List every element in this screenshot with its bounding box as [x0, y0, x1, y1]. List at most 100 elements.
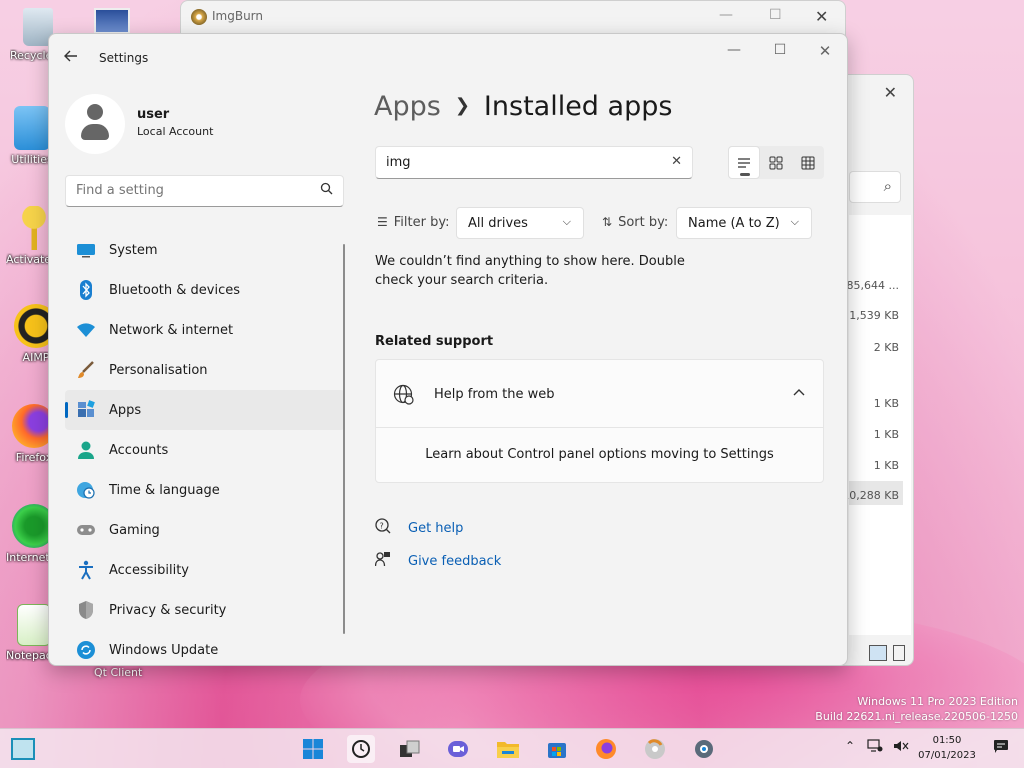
sidebar-item-gaming[interactable]: Gaming — [65, 510, 345, 550]
sidebar-item-personalisation[interactable]: Personalisation — [65, 350, 345, 390]
file-explorer-button[interactable] — [494, 735, 522, 763]
accounts-icon — [76, 440, 96, 460]
clock[interactable]: 01:50 07/01/2023 — [912, 733, 982, 763]
sidebar-nav: System Bluetooth & devices Network & int… — [65, 230, 345, 665]
app-search-input[interactable]: img ✕ — [375, 146, 693, 179]
start-button[interactable] — [299, 735, 327, 763]
maximize-icon[interactable]: ☐ — [765, 42, 795, 62]
close-icon[interactable]: ✕ — [884, 83, 897, 102]
teams-chat-button[interactable] — [444, 735, 472, 763]
tiles-view-icon — [769, 156, 783, 169]
task-view-button[interactable] — [396, 735, 424, 763]
sidebar-item-time-language[interactable]: Time & language — [65, 470, 345, 510]
volume-muted-icon[interactable] — [893, 739, 909, 756]
sidebar-item-accessibility[interactable]: Accessibility — [65, 550, 345, 590]
sidebar-item-windows-update[interactable]: Windows Update — [65, 630, 345, 665]
close-icon[interactable]: ✕ — [815, 7, 828, 26]
give-feedback-link[interactable]: Give feedback — [374, 551, 502, 571]
brush-icon — [76, 360, 96, 380]
sidebar-item-apps[interactable]: Apps — [65, 390, 345, 430]
settings-taskbar-button[interactable] — [690, 735, 718, 763]
folder-icon — [14, 106, 50, 150]
notifications-icon[interactable] — [993, 739, 1009, 756]
file-size: 1 KB — [873, 459, 899, 472]
widgets-icon[interactable] — [11, 738, 35, 760]
imgburn-icon — [645, 739, 665, 759]
help-chat-icon: ? — [375, 518, 395, 538]
avatar[interactable] — [65, 94, 125, 154]
profile-name: user — [137, 107, 170, 122]
tiles-view-button[interactable] — [760, 146, 792, 179]
globe-icon — [393, 384, 415, 406]
list-view-button[interactable] — [728, 146, 760, 179]
clock-date: 07/01/2023 — [918, 750, 976, 761]
network-status-icon[interactable] — [867, 739, 883, 756]
tiles-view-icon[interactable] — [893, 645, 905, 661]
imgburn-taskbar-button[interactable] — [641, 735, 669, 763]
give-feedback-label: Give feedback — [408, 553, 502, 569]
close-icon[interactable]: ✕ — [810, 42, 840, 62]
control-panel-link[interactable]: Learn about Control panel options moving… — [376, 447, 823, 462]
accessibility-icon — [76, 560, 96, 580]
filter-dropdown[interactable]: All drives ⌵ — [456, 207, 584, 239]
imgburn-logo-icon — [191, 9, 207, 25]
chevron-up-icon[interactable] — [793, 385, 805, 400]
sidebar-item-system[interactable]: System — [65, 230, 345, 270]
search-icon — [352, 740, 370, 758]
explorer-search-box[interactable]: ⌕ — [849, 171, 901, 203]
sidebar-item-label: Personalisation — [109, 362, 208, 378]
svg-text:?: ? — [380, 522, 384, 531]
chevron-right-icon: ❯ — [454, 95, 470, 116]
firefox-taskbar-button[interactable] — [592, 735, 620, 763]
chevron-up-icon[interactable]: ⌃ — [845, 739, 855, 753]
bluetooth-icon — [76, 280, 96, 300]
clear-icon[interactable]: ✕ — [671, 154, 682, 169]
sort-icon: ⇅ — [602, 215, 613, 229]
sidebar-scrollbar[interactable] — [343, 244, 345, 634]
help-from-web-card: Help from the web Learn about Control pa… — [375, 359, 824, 483]
sidebar-item-network[interactable]: Network & internet — [65, 310, 345, 350]
find-setting-box[interactable] — [65, 175, 344, 207]
store-button[interactable] — [543, 735, 571, 763]
sidebar-item-privacy[interactable]: Privacy & security — [65, 590, 345, 630]
help-from-web-header[interactable]: Help from the web — [376, 360, 823, 428]
related-support-heading: Related support — [375, 334, 494, 349]
back-arrow-icon[interactable] — [63, 48, 83, 68]
sidebar-item-accounts[interactable]: Accounts — [65, 430, 345, 470]
page-title: Installed apps — [483, 91, 673, 122]
details-view-icon[interactable] — [869, 645, 887, 661]
minimize-icon[interactable]: — — [719, 42, 749, 62]
filter-dropdown-value: All drives — [468, 216, 528, 231]
sort-dropdown-value: Name (A to Z) — [688, 216, 780, 231]
file-size: 1 KB — [873, 428, 899, 441]
shield-icon — [76, 600, 96, 620]
sidebar-item-label: Accounts — [109, 442, 169, 458]
globe-clock-icon — [76, 480, 96, 500]
title-bar[interactable]: Settings — ☐ ✕ — [49, 34, 847, 82]
get-help-link[interactable]: ? Get help — [375, 518, 463, 538]
empty-results-message: We couldn’t find anything to show here. … — [375, 254, 685, 288]
update-icon — [76, 640, 96, 660]
filter-label: ☰ Filter by: — [377, 215, 449, 230]
grid-view-button[interactable] — [792, 146, 824, 179]
filter-label-text: Filter by: — [393, 215, 450, 230]
sort-dropdown[interactable]: Name (A to Z) ⌵ — [676, 207, 812, 239]
desktop-shortcut-thumbnail[interactable] — [94, 8, 130, 34]
find-setting-input[interactable] — [76, 183, 296, 198]
search-taskbar-button[interactable] — [347, 735, 375, 763]
breadcrumb-parent[interactable]: Apps — [374, 91, 441, 122]
taskbar: ⌃ 01:50 07/01/2023 — [0, 728, 1024, 768]
search-icon — [320, 182, 333, 199]
file-size: 2 KB — [873, 341, 899, 354]
grid-view-icon — [801, 156, 815, 169]
sidebar-item-label: Apps — [109, 402, 142, 418]
minimize-icon[interactable]: — — [719, 7, 733, 23]
get-help-label: Get help — [408, 520, 464, 536]
maximize-icon[interactable]: ☐ — [769, 7, 782, 23]
profile-account-type: Local Account — [137, 125, 214, 138]
windows-logo-icon — [303, 739, 323, 759]
breadcrumb: Apps ❯ Installed apps — [374, 91, 672, 122]
watermark-line-2: Build 22621.ni_release.220506-1250 — [815, 710, 1018, 723]
notepadpp-icon — [17, 604, 51, 646]
sidebar-item-bluetooth[interactable]: Bluetooth & devices — [65, 270, 345, 310]
